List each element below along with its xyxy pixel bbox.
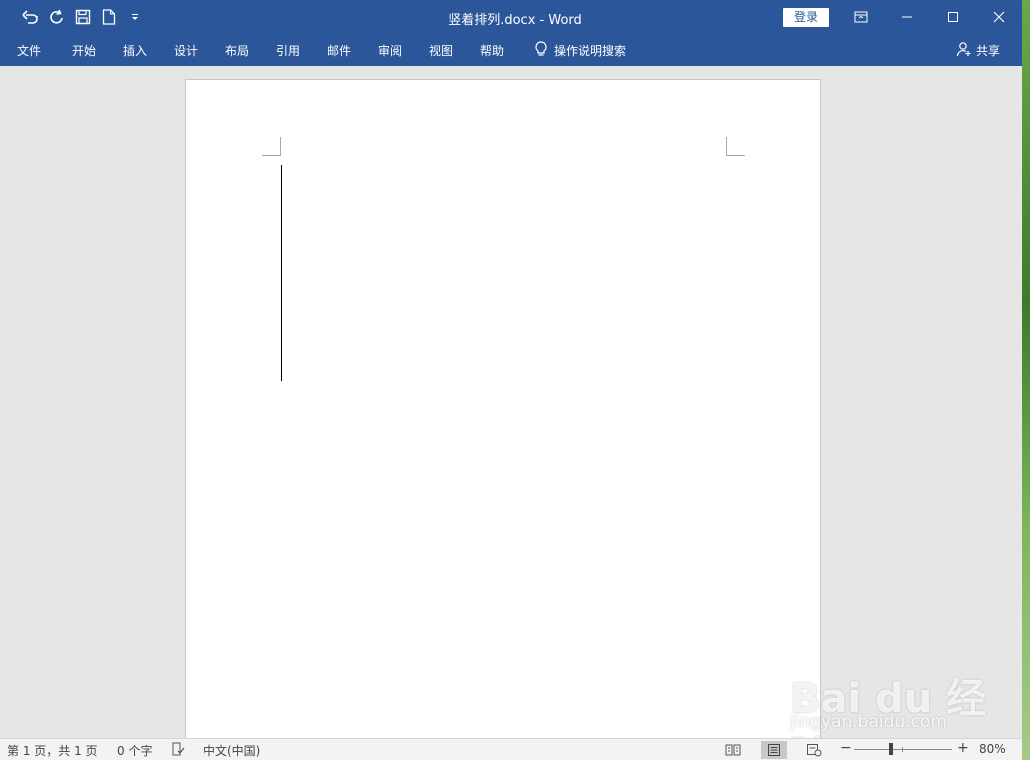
- tell-me-label: 操作说明搜索: [554, 44, 627, 58]
- tell-me-search[interactable]: 操作说明搜索: [534, 41, 626, 60]
- read-mode-icon[interactable]: [720, 741, 746, 759]
- tab-home[interactable]: 开始: [72, 42, 96, 59]
- title-bar: 竖着排列.docx - Word 登录: [0, 0, 1030, 34]
- tab-file[interactable]: 文件: [17, 42, 41, 59]
- word-count[interactable]: 0 个字: [117, 742, 152, 759]
- tab-references[interactable]: 引用: [276, 42, 300, 59]
- maximize-icon[interactable]: [930, 0, 976, 34]
- minimize-icon[interactable]: [884, 0, 930, 34]
- language-indicator[interactable]: 中文(中国): [203, 742, 260, 759]
- zoom-in-button[interactable]: +: [957, 740, 969, 756]
- tab-view[interactable]: 视图: [429, 42, 453, 59]
- share-label: 共享: [976, 44, 1001, 58]
- page-info[interactable]: 第 1 页，共 1 页: [7, 742, 98, 759]
- lightbulb-icon: [534, 41, 548, 60]
- margin-corner-top-left: [262, 137, 281, 156]
- print-layout-icon[interactable]: [761, 741, 787, 759]
- tab-design[interactable]: 设计: [174, 42, 198, 59]
- proofing-icon[interactable]: [171, 742, 185, 759]
- zoom-slider[interactable]: [854, 749, 952, 750]
- tab-layout[interactable]: 布局: [225, 42, 249, 59]
- zoom-slider-center-tick: [902, 747, 903, 752]
- status-bar: 第 1 页，共 1 页 0 个字 中文(中国) − + 80%: [0, 738, 1022, 760]
- zoom-slider-thumb[interactable]: [889, 743, 893, 755]
- sign-in-button[interactable]: 登录: [783, 8, 829, 27]
- share-person-icon: [956, 41, 972, 60]
- desktop-background-strip: [1022, 0, 1030, 760]
- text-cursor: [281, 165, 282, 381]
- tab-review[interactable]: 审阅: [378, 42, 402, 59]
- ribbon-display-options-icon[interactable]: [838, 0, 884, 34]
- margin-corner-top-right: [726, 137, 745, 156]
- share-button[interactable]: 共享: [956, 41, 1000, 60]
- ribbon-tabs: 文件 开始 插入 设计 布局 引用 邮件 审阅 视图 帮助 操作说明搜索 共享: [0, 34, 1030, 66]
- tab-mailings[interactable]: 邮件: [327, 42, 351, 59]
- close-icon[interactable]: [976, 0, 1022, 34]
- zoom-out-button[interactable]: −: [840, 740, 852, 756]
- zoom-level[interactable]: 80%: [979, 742, 1006, 756]
- tab-insert[interactable]: 插入: [123, 42, 147, 59]
- tab-help[interactable]: 帮助: [480, 42, 504, 59]
- web-layout-icon[interactable]: [801, 741, 827, 759]
- document-page[interactable]: [185, 79, 821, 749]
- document-workspace: [0, 66, 1022, 749]
